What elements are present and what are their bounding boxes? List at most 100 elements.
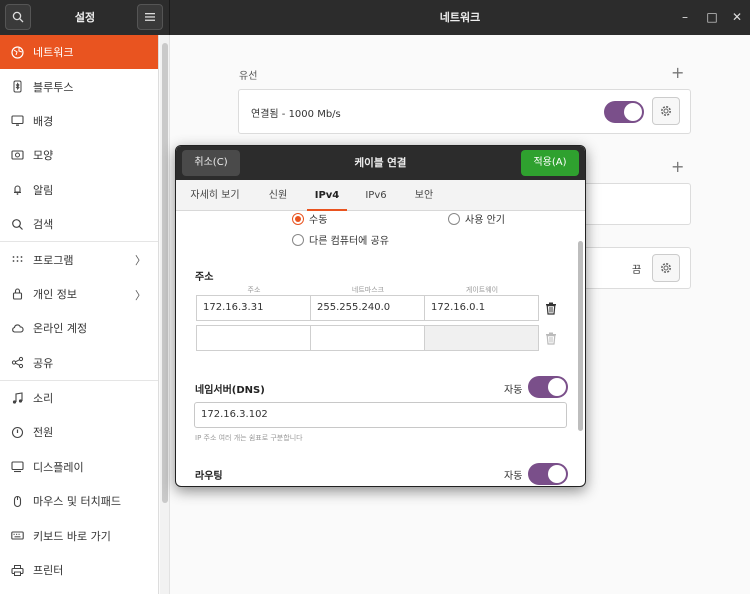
music-note-icon [10,391,24,405]
sidebar: 네트워크 블루투스 배경 모양 알림 검색 프로그램 〉 개인 정보 〉 온라인… [0,35,159,594]
plus-icon: + [671,157,685,176]
wired-status: 연결됨 - 1000 Mb/s [251,109,341,120]
sidebar-item-network[interactable]: 네트워크 [0,35,158,70]
sidebar-item-online-accounts[interactable]: 온라인 계정 [0,311,158,345]
keyboard-icon [10,529,24,543]
sidebar-item-mouse[interactable]: 마우스 및 터치패드 [0,484,158,518]
search-icon [10,217,24,231]
header-bar: 설정 네트워크 – □ ✕ [0,0,750,35]
wired-toggle[interactable] [604,101,644,123]
monitor-icon [10,114,24,128]
maximize-button[interactable]: □ [703,8,721,26]
wired-connection-card: 연결됨 - 1000 Mb/s [238,89,691,134]
method-manual-radio[interactable]: 수동 [292,211,327,226]
gateway-input-new[interactable] [424,325,539,351]
dns-auto-toggle[interactable] [528,376,568,398]
lock-icon [10,287,24,301]
sidebar-item-notifications[interactable]: 알림 [0,173,158,207]
delete-address-button[interactable] [541,298,561,318]
tab-ipv6[interactable]: IPv6 [356,180,396,211]
sidebar-item-power[interactable]: 전원 [0,415,158,449]
apps-grid-icon [10,253,24,267]
sidebar-item-label: 프로그램 [33,253,74,267]
wired-section-title: 유선 [239,71,258,82]
sidebar-item-label: 알림 [33,183,54,197]
routing-auto-label: 자동 [504,471,523,482]
tab-identity[interactable]: 신원 [258,180,298,211]
add-wired-button[interactable]: + [671,63,684,82]
radio-indicator [448,212,460,225]
share-icon [10,356,24,370]
dialog-tabs: 자세히 보기 신원 IPv4 IPv6 보안 [176,180,585,211]
netmask-input-new[interactable] [310,325,425,351]
dns-input[interactable]: 172.16.3.102 [194,402,567,428]
close-button[interactable]: ✕ [728,8,746,26]
tab-ipv4[interactable]: IPv4 [307,180,347,211]
trash-icon [546,302,556,315]
sidebar-item-display[interactable]: 디스플레이 [0,450,158,484]
gear-icon [661,263,671,273]
sidebar-item-applications[interactable]: 프로그램 〉 [0,242,158,276]
appearance-icon [10,148,24,162]
cancel-button[interactable]: 취소(C) [182,150,240,176]
dns-auto-label: 자동 [504,385,523,396]
column-header-address: 주소 [247,286,261,294]
address-input[interactable]: 172.16.3.31 [196,295,311,321]
column-header-netmask: 네트마스크 [351,286,385,294]
address-section-title: 주소 [195,272,214,283]
add-vpn-button[interactable]: + [671,157,684,176]
method-shared-radio[interactable]: 다른 컴퓨터에 공유 [292,232,389,247]
sidebar-item-label: 네트워크 [33,46,74,60]
search-icon [12,11,24,23]
sidebar-item-privacy[interactable]: 개인 정보 〉 [0,277,158,311]
dns-section-title: 네임서버(DNS) [195,385,265,396]
hamburger-icon [145,13,155,21]
sidebar-item-search[interactable]: 검색 [0,207,158,241]
routing-auto-toggle[interactable] [528,463,568,485]
sidebar-item-sharing[interactable]: 공유 [0,346,158,380]
sidebar-item-sound[interactable]: 소리 [0,381,158,415]
wired-connection-dialog: 취소(C) 케이블 연결 적용(A) 자세히 보기 신원 IPv4 IPv6 보… [175,145,586,487]
radio-label: 수동 [309,215,328,226]
sidebar-header: 설정 [0,0,170,35]
apply-button[interactable]: 적용(A) [521,150,579,176]
sidebar-item-label: 전원 [33,426,54,440]
sidebar-scrollbar-thumb[interactable] [162,43,168,503]
wired-settings-button[interactable] [652,97,680,125]
sidebar-item-printers[interactable]: 프린터 [0,553,158,587]
sidebar-item-label: 소리 [33,392,54,406]
tab-security[interactable]: 보안 [404,180,444,211]
radio-label: 다른 컴퓨터에 공유 [309,236,389,247]
ipv4-settings: 수동 사용 안기 다른 컴퓨터에 공유 주소 주소 네트마스크 게이트웨이 17… [176,211,585,486]
printer-icon [10,563,24,577]
power-icon [10,425,24,439]
method-disabled-radio[interactable]: 사용 안기 [448,211,505,226]
sidebar-item-bluetooth[interactable]: 블루투스 [0,69,158,103]
sidebar-item-background[interactable]: 배경 [0,104,158,138]
dialog-scrollbar[interactable] [578,241,583,431]
minimize-button[interactable]: – [676,8,694,26]
address-input-new[interactable] [196,325,311,351]
sidebar-scrollbar[interactable] [160,35,170,594]
sidebar-item-appearance[interactable]: 모양 [0,138,158,172]
sidebar-item-keyboard[interactable]: 키보드 바로 가기 [0,518,158,552]
search-button[interactable] [5,4,31,30]
sidebar-item-label: 블루투스 [33,80,74,94]
column-header-gateway: 게이트웨이 [465,286,499,294]
chevron-right-icon: 〉 [135,288,146,302]
chevron-right-icon: 〉 [135,254,146,268]
sidebar-item-label: 마우스 및 터치패드 [33,495,121,509]
tab-details[interactable]: 자세히 보기 [176,180,254,211]
sidebar-item-label: 배경 [33,114,54,128]
radio-indicator [292,233,304,246]
delete-address-button-disabled [541,328,561,348]
minimize-icon: – [682,10,688,24]
sidebar-item-label: 디스플레이 [33,460,84,474]
close-icon: ✕ [731,10,743,24]
menu-button[interactable] [137,4,163,30]
proxy-settings-button[interactable] [652,254,680,282]
sidebar-item-label: 검색 [33,218,54,232]
gateway-input[interactable]: 172.16.0.1 [424,295,539,321]
cloud-icon [10,321,24,335]
netmask-input[interactable]: 255.255.240.0 [310,295,425,321]
